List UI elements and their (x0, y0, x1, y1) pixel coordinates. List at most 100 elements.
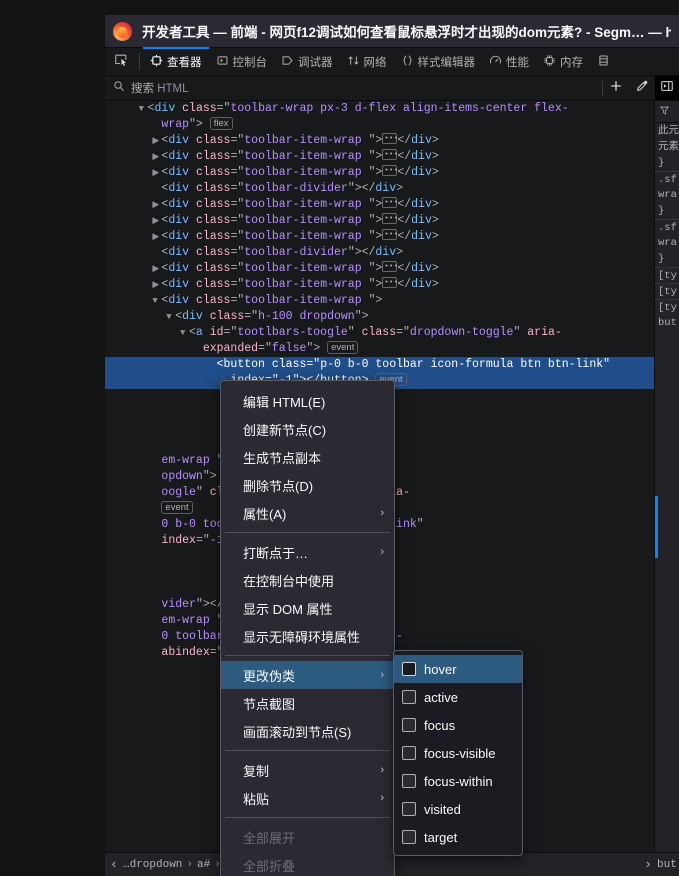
twisty-open-icon[interactable]: ▼ (180, 325, 189, 341)
markup-row[interactable]: expanded="false"> event (105, 341, 654, 357)
checkbox-icon[interactable] (402, 718, 416, 732)
rules-line: 元素 (658, 141, 679, 153)
markup-row[interactable]: <div class="toolbar-divider"></div> (105, 245, 654, 261)
plus-icon (609, 79, 623, 98)
markup-row[interactable]: ▶<div class="toolbar-item-wrap "></div> (105, 195, 654, 213)
tab-debugger[interactable]: 调试器 (274, 48, 340, 75)
checkbox-icon[interactable] (402, 830, 416, 844)
checkbox-icon[interactable] (402, 690, 416, 704)
collapsed-children-icon[interactable] (382, 195, 398, 211)
markup-row[interactable]: ▶<div class="toolbar-item-wrap "></div> (105, 131, 654, 149)
context-menu[interactable]: 编辑 HTML(E) 创建新节点(C) 生成节点副本 删除节点(D) 属性(A) › 打断点… (220, 380, 395, 876)
pseudo-class-submenu[interactable]: hover active focus focus-visible focus-withi… (393, 650, 523, 856)
pseudo-class-option[interactable]: focus-within (394, 767, 522, 795)
context-menu-item[interactable]: 更改伪类 › (221, 661, 394, 689)
breadcrumb-item[interactable]: …dropdown (123, 859, 182, 871)
markup-row[interactable]: wrap"> flex (105, 117, 654, 133)
rules-sidebar[interactable]: 此元 元素} .sf wra} .sf wra} [ty [ty [ty but (654, 101, 679, 852)
chevron-right-icon: › (380, 792, 384, 804)
tab-storage[interactable] (590, 48, 621, 75)
breadcrumb-scroll-left[interactable]: ‹ (105, 857, 123, 872)
panel-layout-button[interactable] (655, 76, 679, 100)
markup-row[interactable]: ▼ <div class="toolbar-item-wrap "> (105, 293, 654, 309)
pseudo-class-option[interactable]: visited (394, 795, 522, 823)
tab-console-label: 控制台 (232, 56, 268, 69)
pseudo-class-option[interactable]: active (394, 683, 522, 711)
context-menu-item[interactable]: 粘贴 › (221, 784, 394, 812)
markup-row[interactable]: ▶<div class="toolbar-item-wrap "></div> (105, 275, 654, 293)
markup-row[interactable]: ▶<div class="toolbar-item-wrap "></div> (105, 211, 654, 229)
twisty-open-icon[interactable]: ▼ (166, 309, 175, 325)
context-menu-item[interactable]: 节点截图 (221, 689, 394, 717)
performance-icon (489, 54, 502, 70)
pseudo-class-label: active (424, 689, 458, 705)
pseudo-class-option[interactable]: focus (394, 711, 522, 739)
tab-style-editor[interactable]: 样式编辑器 (394, 48, 483, 75)
sidebar-scroll-indicator[interactable] (655, 496, 658, 558)
collapsed-children-icon[interactable] (382, 275, 398, 291)
tab-debugger-label: 调试器 (298, 56, 333, 69)
node-badge[interactable]: event (327, 341, 359, 354)
markup-row[interactable]: ▶<div class="toolbar-item-wrap "></div> (105, 147, 654, 165)
markup-row[interactable]: ▼ <a id="tootlbars-toogle" class="dropdow… (105, 325, 654, 341)
tab-memory[interactable]: 内存 (536, 48, 590, 75)
context-menu-item[interactable]: 生成节点副本 (221, 443, 394, 471)
markup-row[interactable]: ▶<div class="toolbar-item-wrap "></div> (105, 259, 654, 277)
context-menu-item[interactable]: 编辑 HTML(E) (221, 387, 394, 415)
markup-row[interactable]: ▼ <div class="toolbar-wrap px-3 d-flex al… (105, 101, 654, 117)
context-menu-item-label: 全部展开 (243, 830, 296, 846)
context-menu-separator (225, 655, 390, 656)
tab-network[interactable]: 网络 (340, 48, 394, 75)
add-node-button[interactable] (603, 76, 629, 100)
pseudo-class-option[interactable]: target (394, 823, 522, 851)
tab-performance[interactable]: 性能 (482, 48, 536, 75)
checkbox-icon[interactable] (402, 662, 416, 676)
collapsed-children-icon[interactable] (382, 163, 398, 179)
style-editor-icon (401, 54, 414, 70)
breadcrumb-item[interactable]: a# (197, 859, 210, 871)
collapsed-children-icon[interactable] (382, 131, 398, 147)
checkbox-icon[interactable] (402, 802, 416, 816)
search-input[interactable]: 搜索 HTML (105, 76, 602, 100)
context-menu-item-label: 节点截图 (243, 696, 296, 712)
markup-row[interactable]: <div class="toolbar-divider"></div> (105, 181, 654, 197)
context-menu-item[interactable]: 删除节点(D) (221, 471, 394, 499)
element-picker-icon (114, 53, 128, 70)
context-menu-item[interactable]: 创建新节点(C) (221, 415, 394, 443)
pseudo-class-label: focus-visible (424, 745, 496, 761)
rules-filter[interactable] (655, 101, 679, 123)
collapsed-children-icon[interactable] (382, 259, 398, 275)
tab-inspector[interactable]: 查看器 (143, 47, 209, 75)
context-menu-item[interactable]: 显示无障碍环境属性 (221, 622, 394, 650)
markup-row[interactable]: ▶<div class="toolbar-item-wrap "></div> (105, 227, 654, 245)
twisty-open-icon[interactable]: ▼ (139, 101, 148, 117)
context-menu-item-label: 粘贴 (243, 791, 270, 807)
tab-performance-label: 性能 (506, 56, 529, 69)
context-menu-item[interactable]: 画面滚动到节点(S) (221, 717, 394, 745)
node-badge[interactable]: event (161, 501, 193, 514)
tab-console[interactable]: 控制台 (209, 48, 275, 75)
context-menu-item[interactable]: 在控制台中使用 (221, 566, 394, 594)
markup-row-selected[interactable]: <button class="p-0 b-0 toolbar icon-form… (105, 357, 654, 373)
context-menu-item[interactable]: 打断点于… › (221, 538, 394, 566)
context-menu-item[interactable]: 显示 DOM 属性 (221, 594, 394, 622)
checkbox-icon[interactable] (402, 774, 416, 788)
collapsed-children-icon[interactable] (382, 227, 398, 243)
context-menu-item[interactable]: 属性(A) › (221, 499, 394, 527)
collapsed-children-icon[interactable] (382, 211, 398, 227)
eyedropper-button[interactable] (629, 76, 655, 100)
markup-row[interactable]: ▶<div class="toolbar-item-wrap "></div> (105, 163, 654, 181)
pseudo-class-option[interactable]: focus-visible (394, 739, 522, 767)
collapsed-children-icon[interactable] (382, 147, 398, 163)
node-badge[interactable]: flex (209, 117, 233, 130)
context-menu-item[interactable]: 复制 › (221, 756, 394, 784)
firefox-logo-icon (113, 21, 132, 41)
pseudo-class-option[interactable]: hover (394, 655, 522, 683)
markup-row[interactable]: ▼ <div class="h-100 dropdown"> (105, 309, 654, 325)
checkbox-icon[interactable] (402, 746, 416, 760)
breadcrumb-scroll-right[interactable]: › (639, 857, 657, 872)
context-menu-item-label: 画面滚动到节点(S) (243, 724, 352, 740)
element-picker-button[interactable] (105, 48, 136, 75)
